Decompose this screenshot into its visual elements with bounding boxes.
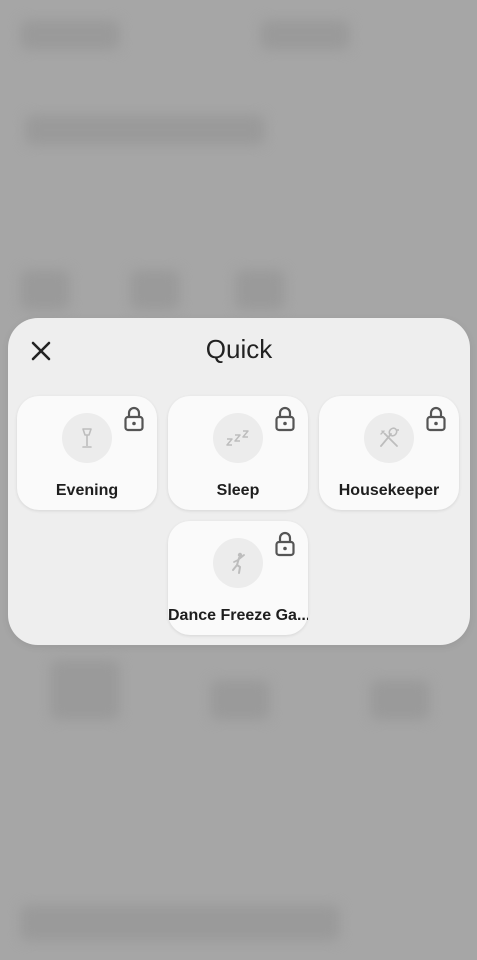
cleaning-tools-icon: [364, 413, 414, 463]
background-blur: [260, 20, 350, 50]
quick-dialog: Quick Evening Sleep Housekeeper Dance Fr…: [8, 318, 470, 645]
dancing-person-icon: [213, 538, 263, 588]
tile-label: Evening: [55, 482, 119, 499]
scene-tile-dance-freeze-game[interactable]: Dance Freeze Ga...: [168, 521, 308, 635]
screen: Quick Evening Sleep Housekeeper Dance Fr…: [0, 0, 477, 960]
scene-tile-sleep[interactable]: Sleep: [168, 396, 308, 510]
lock-icon: [274, 531, 296, 557]
background-blur: [25, 115, 265, 145]
tile-label: Housekeeper: [338, 482, 440, 499]
background-blur: [20, 905, 340, 941]
background-blur: [370, 680, 430, 720]
lock-icon: [425, 406, 447, 432]
sleep-zzz-icon: [213, 413, 263, 463]
lock-icon: [123, 406, 145, 432]
background-blur: [235, 270, 285, 310]
scene-tile-housekeeper[interactable]: Housekeeper: [319, 396, 459, 510]
background-blur: [20, 270, 70, 310]
tile-label: Sleep: [216, 482, 260, 499]
dialog-title: Quick: [205, 334, 273, 364]
scene-tile-evening[interactable]: Evening: [17, 396, 157, 510]
background-blur: [130, 270, 180, 310]
background-blur: [50, 660, 120, 720]
background-blur: [20, 20, 120, 50]
lock-icon: [274, 406, 296, 432]
floor-lamp-icon: [62, 413, 112, 463]
tile-label: Dance Freeze Ga...: [168, 607, 308, 624]
background-blur: [210, 680, 270, 720]
